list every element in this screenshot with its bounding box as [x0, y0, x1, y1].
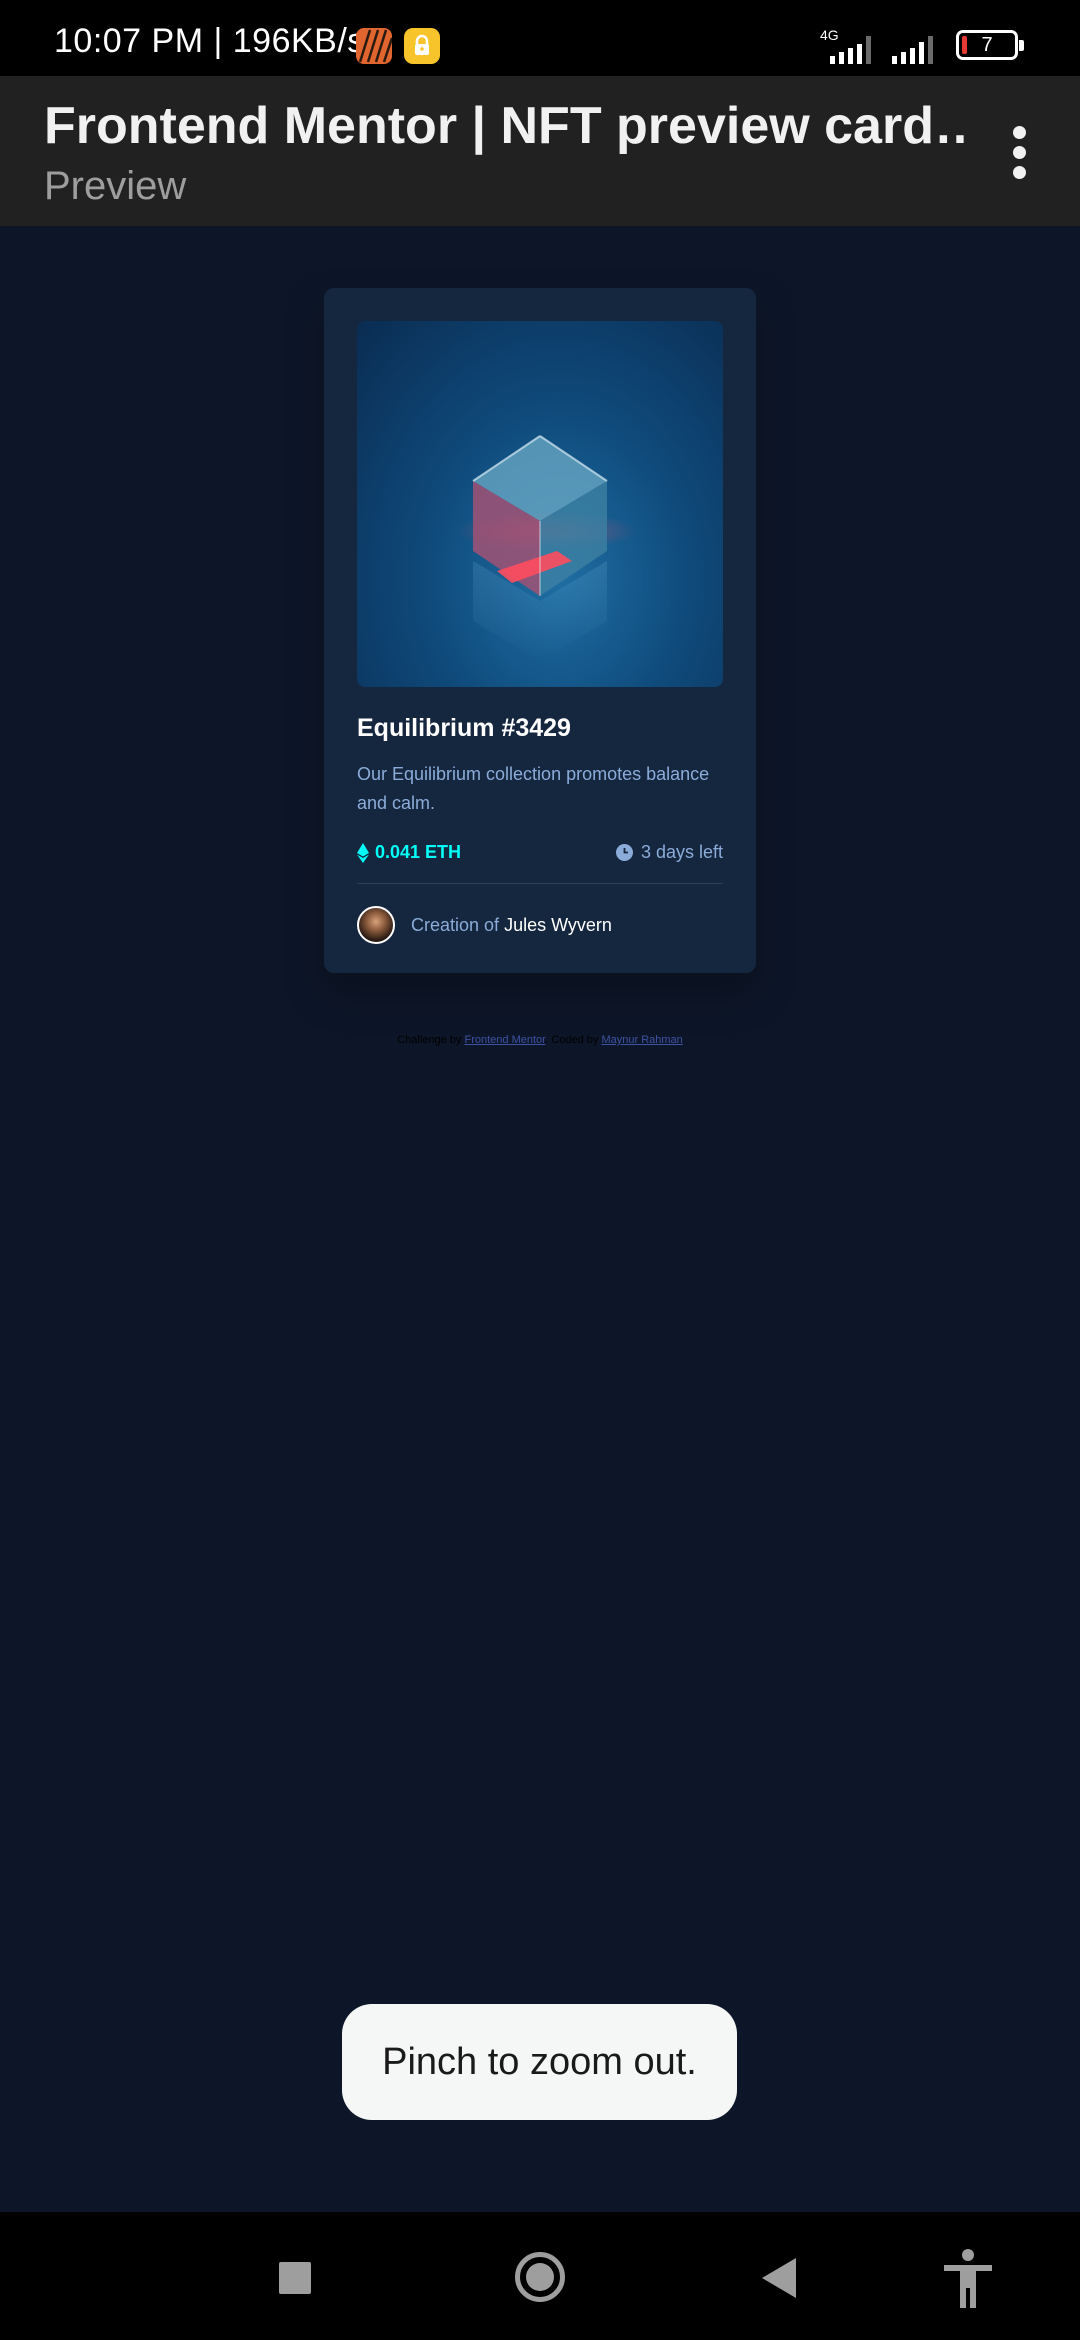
- time-left-value: 3 days left: [640, 842, 723, 862]
- cube-illustration: [457, 435, 637, 661]
- creator-name-link[interactable]: Jules Wyvern: [504, 915, 612, 936]
- attribution: Challenge by Frontend Mentor. Coded by M…: [0, 1034, 1080, 1046]
- zoom-toast: Pinch to zoom out.: [342, 2004, 737, 2120]
- nft-card: Equilibrium #3429 Our Equilibrium collec…: [324, 288, 756, 973]
- avatar: [357, 906, 395, 944]
- price: 0.041 ETH: [357, 842, 461, 863]
- creator-prefix: Creation of: [411, 914, 500, 935]
- frontend-mentor-link[interactable]: Frontend Mentor: [464, 1034, 545, 1046]
- nft-title[interactable]: Equilibrium #3429: [357, 714, 571, 743]
- battery-icon: 7: [956, 30, 1024, 60]
- home-button[interactable]: [515, 2252, 565, 2302]
- notification-app-icon: [356, 28, 392, 64]
- recents-button[interactable]: [279, 2262, 311, 2294]
- attribution-prefix: Challenge by: [397, 1034, 462, 1046]
- status-time: 10:07 PM | 196KB/s: [54, 22, 365, 60]
- nft-image[interactable]: [357, 321, 723, 687]
- battery-level: 7: [981, 34, 993, 56]
- price-value: 0.041 ETH: [375, 842, 462, 862]
- network-type-label: 4G: [820, 27, 839, 43]
- clock-icon: [615, 844, 633, 861]
- page-subtitle: Preview: [44, 164, 187, 208]
- signal-icon-2: [890, 26, 940, 66]
- author-link[interactable]: Maynur Rahman: [601, 1034, 682, 1046]
- web-preview[interactable]: Equilibrium #3429 Our Equilibrium collec…: [0, 226, 1080, 2212]
- attribution-middle: . Coded by: [545, 1034, 599, 1046]
- creator-info: Creation of Jules Wyvern: [357, 906, 612, 944]
- back-button[interactable]: [762, 2258, 796, 2298]
- signal-icon: 4G: [816, 26, 882, 66]
- accessibility-icon[interactable]: [940, 2248, 996, 2308]
- ethereum-icon: [357, 842, 369, 863]
- app-bar: Frontend Mentor | NFT preview card… Prev…: [0, 76, 1080, 226]
- more-options-button[interactable]: [1000, 122, 1040, 182]
- notification-lock-icon: [404, 28, 440, 64]
- card-divider: [357, 883, 723, 884]
- status-bar: 10:07 PM | 196KB/s 4G 7: [0, 0, 1080, 76]
- page-title: Frontend Mentor | NFT preview card…: [44, 97, 964, 155]
- navigation-bar: [0, 2212, 1080, 2340]
- time-left: 3 days left: [615, 842, 723, 863]
- nft-description: Our Equilibrium collection promotes bala…: [357, 764, 710, 813]
